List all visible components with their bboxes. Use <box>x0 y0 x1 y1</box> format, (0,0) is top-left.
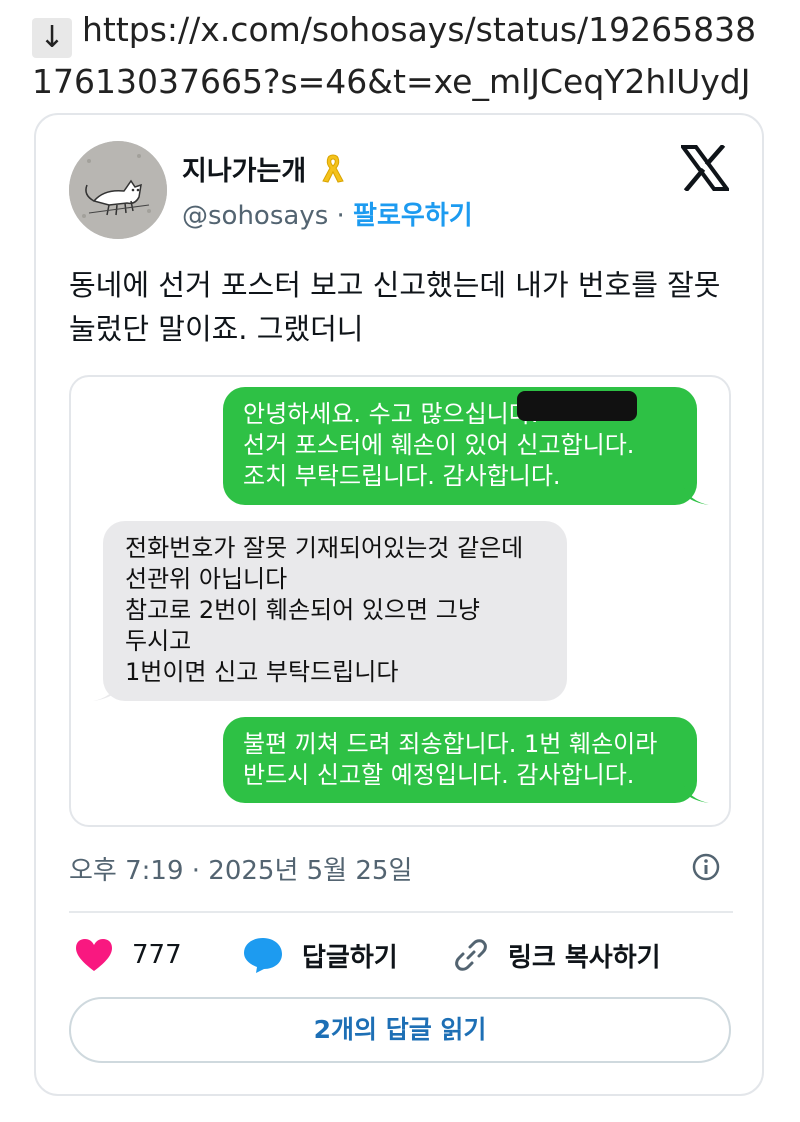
display-name-row[interactable]: 지나가는개 <box>182 149 346 188</box>
reply-label: 답글하기 <box>302 942 398 973</box>
follow-link[interactable]: 팔로우하기 <box>353 201 473 231</box>
user-handle[interactable]: @sohosays <box>182 201 328 231</box>
tweet-timestamp[interactable]: 오후 7:19 · 2025년 5월 25일 <box>69 850 412 887</box>
chat-screenshot-image[interactable]: 안녕하세요. 수고 많으십니다. 선거 포스터에 훼손이 있어 신고합니다. 조… <box>69 375 731 827</box>
like-count: 777 <box>132 940 182 970</box>
download-arrow-icon[interactable]: ↓ <box>32 18 72 58</box>
copy-link-label: 링크 복사하기 <box>508 942 661 973</box>
like-button[interactable]: 777 <box>74 935 182 975</box>
heart-icon <box>76 939 112 971</box>
cat-drawing-icon <box>69 141 167 239</box>
redaction-mark <box>517 391 637 421</box>
link-icon <box>455 939 487 971</box>
x-logo-icon[interactable] <box>681 145 729 191</box>
outgoing-bubble-tail <box>683 783 709 803</box>
info-icon[interactable] <box>691 852 721 882</box>
incoming-bubble-tail <box>93 681 119 701</box>
tweet-embed-card[interactable]: 지나가는개 @sohosays · 팔로우하기 동네에 선거 포스터 보고 신고… <box>34 113 764 1096</box>
read-replies-button[interactable]: 2개의 답글 읽기 <box>69 997 731 1063</box>
handle-row: @sohosays · 팔로우하기 <box>182 195 473 232</box>
copy-link-button[interactable]: 링크 복사하기 <box>452 935 661 975</box>
divider <box>69 911 733 913</box>
separator-dot: · <box>336 201 345 231</box>
incoming-message-bubble: 전화번호가 잘못 기재되어있는것 같은데 선관위 아닙니다 참고로 2번이 훼손… <box>103 521 567 701</box>
outgoing-bubble-tail <box>683 485 709 505</box>
yellow-ribbon-icon <box>321 154 344 183</box>
url-text: https://x.com/sohosays/status/1926583817… <box>32 10 757 101</box>
display-name[interactable]: 지나가는개 <box>182 156 306 187</box>
reply-bubble-icon <box>244 938 282 973</box>
url-bar[interactable]: ↓ https://x.com/sohosays/status/192658381… <box>32 6 772 106</box>
avatar[interactable] <box>69 141 167 239</box>
tweet-text: 동네에 선거 포스터 보고 신고했는데 내가 번호를 잘못 눌렀단 말이죠. 그… <box>69 268 721 346</box>
reply-button[interactable]: 답글하기 <box>242 935 398 975</box>
outgoing-message-bubble: 불편 끼쳐 드려 죄송합니다. 1번 훼손이라 반드시 신고할 예정입니다. 감… <box>223 717 697 803</box>
